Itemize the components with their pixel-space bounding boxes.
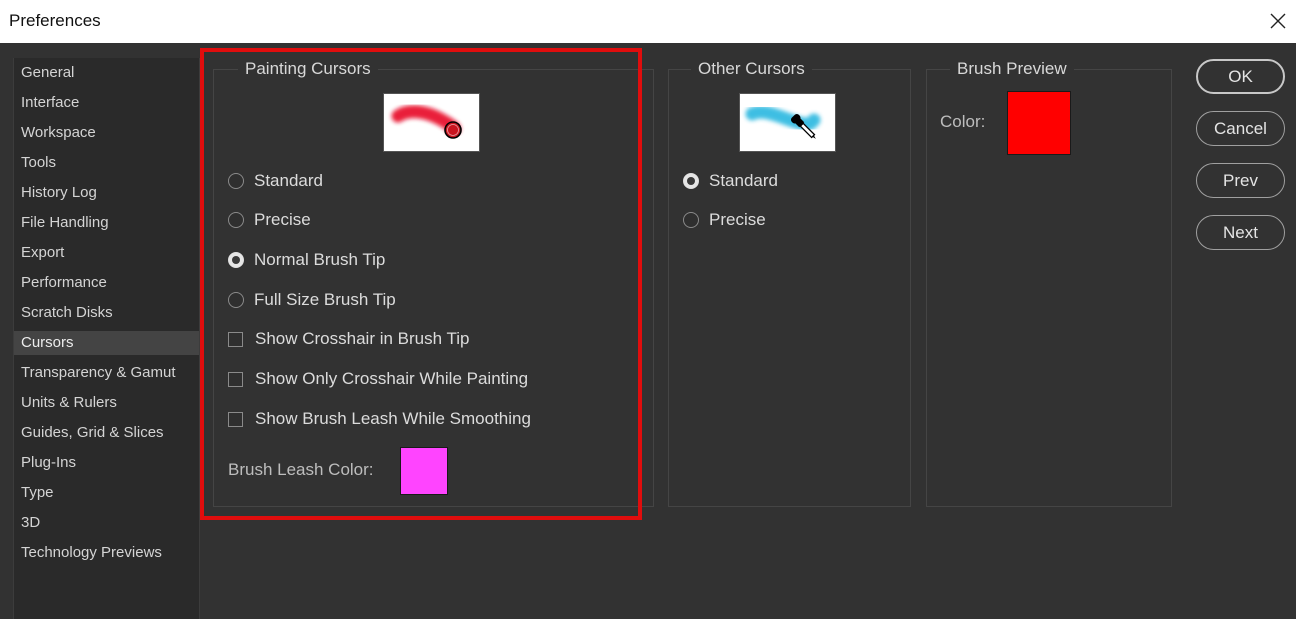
- checkbox-indicator: [228, 331, 243, 347]
- sidebar-item-interface[interactable]: Interface: [14, 91, 199, 115]
- radio-indicator: [228, 173, 244, 189]
- checkbox-indicator: [228, 411, 243, 427]
- other-cursor-preview: [739, 93, 836, 152]
- sidebar-item-transparency-gamut[interactable]: Transparency & Gamut: [14, 361, 199, 385]
- brush-preview-color-swatch[interactable]: [1007, 91, 1071, 155]
- option-label: Precise: [254, 210, 311, 229]
- painting-precise-radio[interactable]: Precise: [228, 210, 311, 230]
- other-standard-radio[interactable]: Standard: [683, 171, 778, 191]
- sidebar-item-guides-grid-slices[interactable]: Guides, Grid & Slices: [14, 421, 199, 445]
- radio-indicator: [683, 212, 699, 228]
- prev-button[interactable]: Prev: [1196, 163, 1285, 198]
- option-label: Show Only Crosshair While Painting: [255, 369, 529, 388]
- next-button[interactable]: Next: [1196, 215, 1285, 250]
- sidebar-item-3d[interactable]: 3D: [14, 511, 199, 535]
- radio-indicator-selected: [228, 252, 244, 268]
- option-label: Show Crosshair in Brush Tip: [255, 329, 470, 348]
- show-crosshair-checkbox[interactable]: Show Crosshair in Brush Tip: [228, 329, 469, 349]
- show-only-crosshair-checkbox[interactable]: Show Only Crosshair While Painting: [228, 369, 528, 389]
- sidebar-item-workspace[interactable]: Workspace: [14, 121, 199, 145]
- option-label: Precise: [709, 210, 766, 229]
- painting-cursors-heading: Painting Cursors: [238, 59, 378, 79]
- show-brush-leash-checkbox[interactable]: Show Brush Leash While Smoothing: [228, 409, 531, 429]
- painting-normal-brush-tip-radio[interactable]: Normal Brush Tip: [228, 250, 385, 270]
- option-label: Full Size Brush Tip: [254, 290, 396, 309]
- brush-leash-color-label: Brush Leash Color:: [228, 460, 374, 479]
- painting-full-size-brush-tip-radio[interactable]: Full Size Brush Tip: [228, 290, 396, 310]
- window-title: Preferences: [9, 11, 101, 30]
- brush-preview-color-label: Color:: [940, 112, 986, 131]
- radio-indicator: [228, 212, 244, 228]
- sidebar-item-type[interactable]: Type: [14, 481, 199, 505]
- sidebar-item-plug-ins[interactable]: Plug-Ins: [14, 451, 199, 475]
- brush-leash-color-swatch[interactable]: [400, 447, 448, 495]
- sidebar-item-cursors[interactable]: Cursors: [14, 331, 199, 355]
- sidebar-item-performance[interactable]: Performance: [14, 271, 199, 295]
- option-label: Normal Brush Tip: [254, 250, 386, 269]
- sidebar-item-technology-previews[interactable]: Technology Previews: [14, 541, 199, 565]
- brush-preview-heading: Brush Preview: [950, 59, 1074, 79]
- sidebar-item-export[interactable]: Export: [14, 241, 199, 265]
- painting-standard-radio[interactable]: Standard: [228, 171, 323, 191]
- sidebar-item-file-handling[interactable]: File Handling: [14, 211, 199, 235]
- painting-cursor-preview: [383, 93, 480, 152]
- option-label: Standard: [709, 171, 778, 190]
- sidebar-item-units-rulers[interactable]: Units & Rulers: [14, 391, 199, 415]
- close-button[interactable]: [1264, 7, 1292, 35]
- sidebar-item-scratch-disks[interactable]: Scratch Disks: [14, 301, 199, 325]
- ok-button[interactable]: OK: [1196, 59, 1285, 94]
- checkbox-indicator: [228, 371, 243, 387]
- other-cursors-heading: Other Cursors: [691, 59, 812, 79]
- option-label: Standard: [254, 171, 323, 190]
- brush-stroke-circle-cursor-icon: [391, 105, 462, 139]
- title-bar: Preferences: [0, 0, 1296, 43]
- radio-indicator-selected: [683, 173, 699, 189]
- sidebar-item-tools[interactable]: Tools: [14, 151, 199, 175]
- close-icon: [1270, 13, 1286, 29]
- sidebar-item-general[interactable]: General: [14, 61, 199, 85]
- category-list: General Interface Workspace Tools Histor…: [13, 58, 200, 619]
- other-precise-radio[interactable]: Precise: [683, 210, 766, 230]
- sidebar-item-history-log[interactable]: History Log: [14, 181, 199, 205]
- cancel-button[interactable]: Cancel: [1196, 111, 1285, 146]
- option-label: Show Brush Leash While Smoothing: [255, 409, 531, 428]
- eyedropper-cursor-icon: [745, 105, 821, 139]
- radio-indicator: [228, 292, 244, 308]
